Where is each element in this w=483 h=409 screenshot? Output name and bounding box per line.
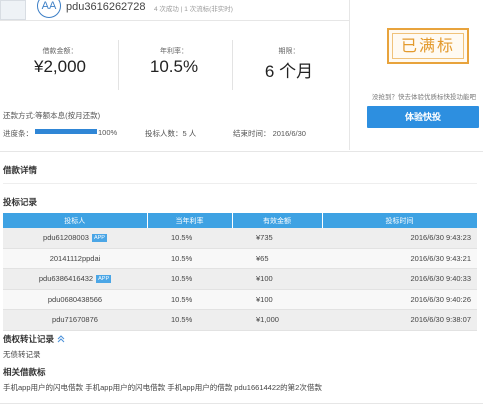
borrower-history: 4 次成功 | 1 次流标(非实时) bbox=[154, 6, 233, 13]
progress-bar bbox=[35, 129, 97, 134]
header-amount: 有效金额 bbox=[232, 213, 323, 228]
loan-amount-label: 借款金额： bbox=[42, 48, 78, 55]
table-header-row: 投标人 当年利率 有效金额 投标时间 bbox=[3, 213, 478, 228]
loan-amount-value: ¥2,000 bbox=[34, 57, 86, 76]
user-avatar-image[interactable] bbox=[0, 0, 26, 20]
progress-percent: 100% bbox=[98, 128, 118, 137]
borrower-username[interactable]: pdu3616262728 bbox=[66, 1, 146, 13]
loan-detail-title: 借款详情 bbox=[3, 165, 38, 175]
no-transfer-text: 无债转记录 bbox=[3, 350, 41, 359]
repayment-method: 还款方式:等额本息(按月还款) bbox=[3, 111, 101, 120]
bidder-name[interactable]: pdu71670876 bbox=[52, 315, 98, 324]
rate-cell: 10.5% bbox=[147, 268, 232, 290]
end-time: 结束时间： 2016/6/30 bbox=[233, 129, 306, 138]
bid-records-title: 投标记录 bbox=[3, 197, 38, 207]
table-row: pdu0680438566 10.5% ¥100 2016/6/30 9:40:… bbox=[3, 289, 477, 310]
header-rate: 当年利率 bbox=[147, 213, 233, 228]
section-divider bbox=[3, 183, 477, 184]
header-divider bbox=[0, 20, 349, 21]
amount-cell: ¥735 bbox=[232, 228, 322, 249]
header-bidder: 投标人 bbox=[3, 213, 148, 228]
time-cell: 2016/6/30 9:43:23 bbox=[322, 228, 477, 249]
time-cell: 2016/6/30 9:40:26 bbox=[322, 289, 477, 310]
app-badge: APP bbox=[91, 234, 107, 243]
progress-label: 进度条： bbox=[3, 129, 33, 138]
bidder-cell[interactable]: pdu61208003 APP bbox=[3, 228, 147, 249]
amount-cell: ¥65 bbox=[232, 248, 322, 269]
rate-cell: 10.5% bbox=[147, 289, 232, 310]
bidder-name[interactable]: 20141112ppdai bbox=[50, 254, 101, 263]
bidder-cell[interactable]: pdu6386416432 APP bbox=[3, 268, 147, 290]
bidder-count: 投标人数：5 人 bbox=[145, 129, 197, 138]
bidder-name[interactable]: pdu0680438566 bbox=[48, 295, 102, 304]
amount-cell: ¥100 bbox=[232, 268, 322, 290]
section-divider bbox=[0, 151, 483, 152]
stamp-text: 已满标 bbox=[392, 33, 464, 59]
bidder-cell[interactable]: pdu71670876 bbox=[3, 309, 147, 331]
time-cell: 2016/6/30 9:40:33 bbox=[322, 268, 477, 290]
table-row: 20141112ppdai 10.5% ¥65 2016/6/30 9:43:2… bbox=[3, 248, 477, 269]
term-label: 期限： bbox=[278, 48, 300, 55]
amount-cell: ¥100 bbox=[232, 289, 322, 310]
related-loans-title: 相关借款标 bbox=[3, 367, 46, 377]
app-badge: APP bbox=[96, 275, 112, 284]
interest-rate-value: 10.5% bbox=[149, 57, 199, 76]
table-row: pdu6386416432 APP 10.5% ¥100 2016/6/30 9:… bbox=[3, 268, 477, 290]
bidder-name[interactable]: pdu6386416432 bbox=[39, 274, 93, 283]
time-cell: 2016/6/30 9:43:21 bbox=[322, 248, 477, 269]
rate-cell: 10.5% bbox=[147, 309, 232, 331]
rate-cell: 10.5% bbox=[147, 228, 232, 249]
related-loans-links[interactable]: 手机app用户的闪电借款 手机app用户的闪电借款 手机app用户的借款 pdu… bbox=[3, 382, 322, 393]
transfer-records-label: 债权转让记录 bbox=[3, 334, 55, 344]
quick-bid-button[interactable]: 体验快投 bbox=[367, 106, 479, 128]
bid-records-table: 投标人 当年利率 有效金额 投标时间 pdu61208003 APP 10.5% … bbox=[3, 213, 478, 331]
transfer-records-title[interactable]: 债权转让记录 bbox=[3, 333, 65, 345]
bidder-name[interactable]: pdu61208003 bbox=[43, 233, 89, 242]
bidder-cell[interactable]: pdu0680438566 bbox=[3, 289, 147, 310]
double-chevron-up-icon[interactable] bbox=[57, 335, 65, 343]
time-cell: 2016/6/30 9:38:07 bbox=[322, 309, 477, 331]
quick-bid-notice: 没抢到？快去体验优质标快投功能吧 bbox=[372, 94, 476, 101]
bidder-cell[interactable]: 20141112ppdai bbox=[3, 248, 147, 269]
interest-rate-label: 年利率： bbox=[160, 48, 188, 55]
progress-bar-fill bbox=[35, 129, 97, 134]
fully-funded-stamp: 已满标 bbox=[387, 28, 469, 64]
term-value: 6 个月 bbox=[264, 62, 314, 81]
panel-divider bbox=[349, 0, 350, 150]
aa-credit-badge: AA bbox=[37, 0, 61, 18]
rate-cell: 10.5% bbox=[147, 248, 232, 269]
table-row: pdu61208003 APP 10.5% ¥735 2016/6/30 9:43… bbox=[3, 228, 477, 249]
footer-divider bbox=[0, 403, 483, 404]
header-time: 投标时间 bbox=[322, 213, 478, 228]
table-row: pdu71670876 10.5% ¥1,000 2016/6/30 9:38:… bbox=[3, 309, 477, 331]
amount-cell: ¥1,000 bbox=[232, 309, 322, 331]
